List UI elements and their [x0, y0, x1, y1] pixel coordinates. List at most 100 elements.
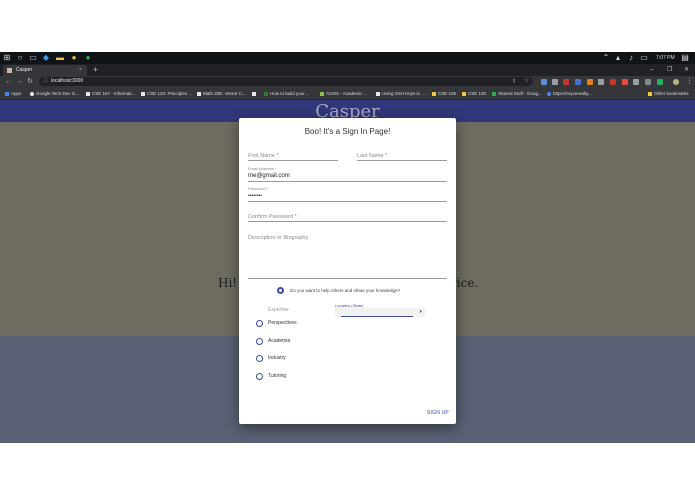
- windows-taskbar: ⊞ ○ ▭ ◆ ▬ ● ● ⌃ ▴ ♪ ▭ 7:07 PM ▤: [0, 52, 695, 64]
- bookmark-item[interactable]: https://roycerealty...: [547, 90, 592, 97]
- search-icon[interactable]: ○: [16, 54, 24, 62]
- vscode-icon[interactable]: ◆: [42, 54, 50, 62]
- folder-icon: [648, 91, 652, 96]
- bookmark-item[interactable]: [252, 90, 258, 97]
- maximize-button[interactable]: ❐: [667, 65, 672, 75]
- bookmark-item[interactable]: Google Tech Dev G...: [30, 90, 79, 97]
- bookmark-label: CSE 100: [468, 91, 487, 96]
- password-field[interactable]: Password * ••••••••: [248, 186, 447, 202]
- bookmark-icon: [86, 91, 90, 96]
- bookmark-icon: [492, 91, 496, 96]
- file-explorer-icon[interactable]: ▬: [56, 54, 64, 62]
- biography-textarea[interactable]: Description or Biography: [248, 234, 447, 279]
- bookmark-item[interactable]: Math 20E: Vector C...: [197, 90, 246, 97]
- extension-icon[interactable]: [552, 79, 558, 85]
- radio-label-perspectives[interactable]: Perspectives: [268, 320, 297, 327]
- task-view-icon[interactable]: ▭: [29, 54, 37, 62]
- bookmarks-bar: Apps Google Tech Dev G... CSE 167 - Info…: [0, 88, 695, 100]
- password-label: Password *: [248, 186, 269, 191]
- bookmark-icon: [141, 91, 145, 96]
- bookmark-item[interactable]: How to build your ...: [264, 90, 310, 97]
- minimize-button[interactable]: –: [650, 65, 653, 75]
- bookmark-item[interactable]: CSE 167 - Informati...: [86, 90, 135, 97]
- first-name-field[interactable]: First Name *: [248, 152, 338, 161]
- bookmark-item[interactable]: CSE 120: Principles ...: [141, 90, 192, 97]
- bookmark-icon: [432, 91, 436, 96]
- forward-button[interactable]: →: [16, 77, 23, 87]
- bookmark-label: Using SSH Keys in ...: [382, 91, 426, 96]
- bookmark-item[interactable]: ACMS - Academic ...: [320, 90, 368, 97]
- bookmark-label: Math 20E: Vector C...: [203, 91, 246, 96]
- field-underline: [248, 181, 447, 182]
- extension-icon[interactable]: [541, 79, 547, 85]
- last-name-field[interactable]: Last Name *: [357, 152, 447, 161]
- bookmark-item[interactable]: Apps: [5, 90, 21, 97]
- field-underline: [248, 160, 338, 161]
- confirm-password-field[interactable]: Confirm Password *: [248, 213, 447, 222]
- location-select[interactable]: ▾: [335, 308, 425, 317]
- chevron-down-icon: ▾: [419, 309, 422, 315]
- menu-icon[interactable]: ⋮: [686, 77, 693, 87]
- radio-label-industry[interactable]: Industry: [268, 355, 286, 362]
- other-bookmarks[interactable]: Other bookmarks: [648, 90, 689, 97]
- tray-icons[interactable]: ⌃: [602, 54, 610, 62]
- extension-icon[interactable]: [633, 79, 639, 85]
- address-bar[interactable]: ⓘ localhost:3000 ⚷ ☆: [39, 77, 533, 86]
- extension-icon[interactable]: [587, 79, 593, 85]
- password-value: ••••••••: [248, 193, 263, 199]
- bookmark-icon: [320, 91, 324, 96]
- extension-icon[interactable]: [598, 79, 604, 85]
- back-button[interactable]: ←: [5, 77, 12, 87]
- radio-industry[interactable]: [256, 355, 263, 362]
- new-tab-button[interactable]: +: [93, 65, 98, 75]
- radio-academia[interactable]: [256, 338, 263, 345]
- radio-perspectives[interactable]: [256, 320, 263, 327]
- bookmark-icon: [462, 91, 466, 96]
- email-field[interactable]: Email Address * me@gmail.com: [248, 166, 447, 182]
- radio-label-tutoring[interactable]: Tutoring: [268, 373, 286, 380]
- tab-favicon-icon: [7, 68, 12, 73]
- bookmark-label: Other bookmarks: [654, 91, 689, 96]
- bookmark-item[interactable]: Shared Stuff - Goog...: [492, 90, 542, 97]
- bookmark-icon: [252, 91, 256, 96]
- reload-button[interactable]: ↻: [27, 77, 33, 87]
- extension-icon[interactable]: [657, 79, 663, 85]
- extension-icon[interactable]: [622, 79, 628, 85]
- bookmark-label: Google Tech Dev G...: [36, 91, 79, 96]
- help-question: Do you want to help others and share you…: [290, 288, 401, 293]
- browser-toolbar: ← → ↻ ⓘ localhost:3000 ⚷ ☆ ⋮: [0, 76, 695, 88]
- url-text[interactable]: localhost:3000: [51, 78, 83, 85]
- network-icon[interactable]: ▴: [614, 54, 622, 62]
- tab-casper[interactable]: Casper ×: [3, 65, 87, 76]
- extension-icon[interactable]: [610, 79, 616, 85]
- bookmark-label: ACMS - Academic ...: [326, 91, 368, 96]
- bookmark-label: CSE 120: Principles ...: [147, 91, 193, 96]
- spotify-icon[interactable]: ●: [84, 54, 92, 62]
- extension-icon[interactable]: [645, 79, 651, 85]
- volume-icon[interactable]: ♪: [627, 54, 635, 62]
- last-name-placeholder: Last Name *: [357, 153, 388, 159]
- tab-close-icon[interactable]: ×: [79, 67, 82, 74]
- info-icon[interactable]: ⓘ: [43, 78, 48, 85]
- close-window-button[interactable]: ✕: [684, 65, 689, 75]
- extension-icon[interactable]: [575, 79, 581, 85]
- confirm-password-placeholder: Confirm Password *: [248, 214, 297, 220]
- extension-icon[interactable]: [563, 79, 569, 85]
- sign-in-dialog: Boo! It's a Sign In Page! First Name * L…: [239, 118, 456, 424]
- key-icon[interactable]: ⚷: [512, 78, 516, 85]
- bookmark-item[interactable]: CSE 105: [432, 90, 456, 97]
- profile-avatar[interactable]: [673, 79, 679, 85]
- tab-title: Casper: [16, 67, 33, 73]
- radio-tutoring[interactable]: [256, 373, 263, 380]
- bookmark-item[interactable]: Using SSH Keys in ...: [376, 90, 425, 97]
- bookmark-item[interactable]: CSE 100: [462, 90, 486, 97]
- battery-icon[interactable]: ▭: [640, 54, 648, 62]
- radio-label-academia[interactable]: Academia: [268, 338, 290, 345]
- sign-up-button[interactable]: SIGN UP: [427, 410, 449, 417]
- bookmark-star-icon[interactable]: ☆: [524, 78, 529, 85]
- windows-start-icon[interactable]: ⊞: [3, 54, 11, 62]
- notifications-icon[interactable]: ▤: [681, 54, 689, 62]
- clock[interactable]: 7:07 PM: [656, 54, 675, 62]
- bookmark-icon: [376, 91, 380, 96]
- chrome-icon[interactable]: ●: [70, 54, 78, 62]
